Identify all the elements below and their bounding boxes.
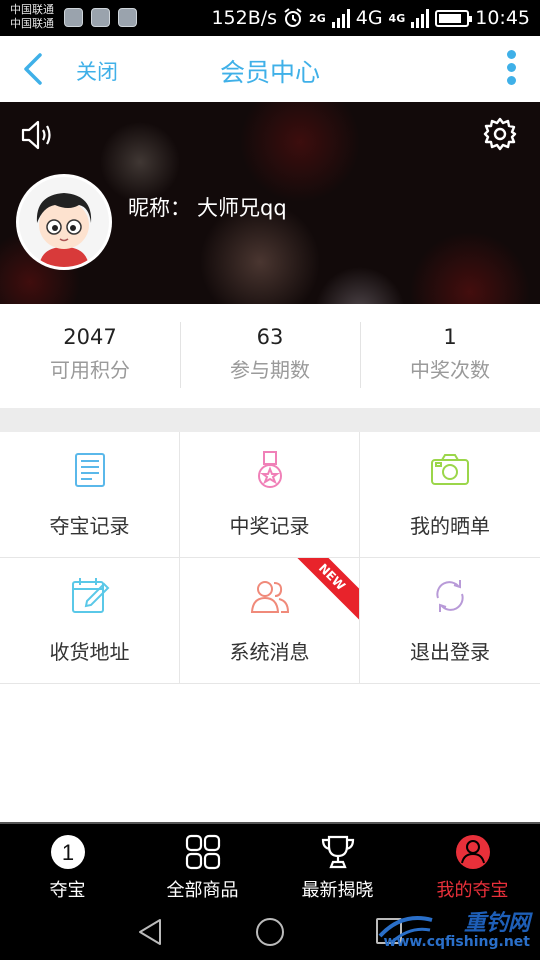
- app-notification-icon: [64, 8, 83, 27]
- back-arrow-icon[interactable]: [20, 52, 46, 86]
- network-speed: 152B/s: [211, 7, 278, 29]
- menu-item-system-messages[interactable]: 系统消息 NEW: [180, 558, 360, 684]
- stat-value: 63: [256, 325, 284, 349]
- tab-label: 全部商品: [166, 880, 239, 901]
- signal-icon: [331, 8, 350, 28]
- notification-icons: [64, 8, 137, 27]
- stat-label: 参与期数: [230, 358, 310, 382]
- gallery-notification-icon: [91, 8, 110, 27]
- more-options-icon[interactable]: [504, 50, 518, 88]
- watermark-url: www.cqfishing.net: [383, 934, 530, 950]
- document-icon: [74, 453, 105, 487]
- network-type-2g: 2G: [309, 11, 326, 25]
- calendar-edit-icon: [71, 578, 109, 613]
- watermark-text: 重钓网: [463, 911, 530, 936]
- menu-item-label: 系统消息: [229, 640, 310, 664]
- menu-grid: 夺宝记录 中奖记录 我的晒单 收货地址 系统消息 NEW 退出登录: [0, 432, 540, 684]
- nav-back-icon[interactable]: [136, 917, 164, 947]
- menu-item-label: 夺宝记录: [49, 514, 130, 538]
- carrier-info: 中国联通 中国联通: [10, 3, 54, 31]
- close-button[interactable]: 关闭: [76, 56, 118, 86]
- medal-icon: [257, 451, 282, 488]
- stat-points[interactable]: 2047 可用积分: [0, 304, 180, 408]
- speaker-icon[interactable]: [20, 118, 56, 152]
- nickname: 昵称： 大师兄qq: [128, 192, 287, 222]
- carrier-2: 中国联通: [10, 17, 54, 30]
- user-circle-icon: [455, 835, 490, 869]
- grid-icon: [185, 834, 220, 870]
- nickname-value: 大师兄qq: [197, 196, 287, 220]
- tab-label: 我的夺宝: [436, 880, 509, 901]
- menu-item-treasure-records[interactable]: 夺宝记录: [0, 432, 180, 558]
- status-bar: 中国联通 中国联通 152B/s 2G 4G 4G 10:45: [0, 0, 540, 36]
- avatar-cartoon-icon: [19, 177, 109, 267]
- network-type-4g-small: 4G: [388, 11, 406, 25]
- menu-item-my-shares[interactable]: 我的晒单: [360, 432, 540, 558]
- carrier-1: 中国联通: [10, 3, 54, 16]
- trophy-icon: [321, 835, 354, 869]
- tab-treasure[interactable]: 1 夺宝: [0, 824, 135, 902]
- avatar[interactable]: [16, 174, 112, 270]
- settings-gear-icon[interactable]: [482, 116, 518, 152]
- menu-item-label: 我的晒单: [410, 514, 490, 538]
- stat-value: 1: [443, 325, 457, 349]
- menu-item-winning-records[interactable]: 中奖记录: [180, 432, 360, 558]
- stat-value: 2047: [63, 325, 117, 349]
- menu-item-label: 收货地址: [49, 640, 130, 664]
- profile-banner: 昵称： 大师兄qq: [0, 102, 540, 304]
- camera-icon: [431, 454, 469, 485]
- menu-item-label: 退出登录: [410, 640, 490, 664]
- tab-my-treasure[interactable]: 我的夺宝: [405, 824, 540, 902]
- tab-label: 夺宝: [49, 880, 86, 901]
- number-one-text: 1: [61, 840, 73, 865]
- menu-item-shipping-address[interactable]: 收货地址: [0, 558, 180, 684]
- new-badge: NEW: [285, 558, 359, 624]
- tool-notification-icon: [118, 8, 137, 27]
- menu-item-logout[interactable]: 退出登录: [360, 558, 540, 684]
- bottom-tab-bar: 1 夺宝 全部商品 最新揭晓 我的夺宝: [0, 822, 540, 902]
- nav-home-icon[interactable]: [255, 917, 285, 947]
- alarm-icon: [284, 8, 302, 27]
- app-header: 关闭 会员中心: [0, 36, 540, 102]
- menu-item-label: 中奖记录: [229, 514, 310, 538]
- tab-label: 最新揭晓: [301, 880, 374, 901]
- refresh-icon: [436, 580, 464, 612]
- network-type-4g: 4G: [355, 7, 383, 29]
- section-divider: [0, 408, 540, 432]
- tab-latest-results[interactable]: 最新揭晓: [270, 824, 405, 902]
- stat-label: 可用积分: [50, 358, 130, 382]
- system-nav-bar: 重钓网 www.cqfishing.net: [0, 902, 540, 960]
- stat-wins[interactable]: 1 中奖次数: [360, 304, 540, 408]
- stat-label: 中奖次数: [410, 358, 490, 382]
- tab-all-products[interactable]: 全部商品: [135, 824, 270, 902]
- battery-icon: [435, 9, 473, 27]
- stats-row: 2047 可用积分 63 参与期数 1 中奖次数: [0, 304, 540, 408]
- number-one-icon: 1: [50, 835, 85, 869]
- stat-participations[interactable]: 63 参与期数: [180, 304, 360, 408]
- nickname-label: 昵称：: [128, 196, 191, 220]
- clock: 10:45: [475, 7, 530, 29]
- status-indicators: 152B/s 2G 4G 4G 10:45: [211, 0, 530, 36]
- users-icon: [250, 581, 289, 613]
- signal-icon-2: [411, 8, 430, 28]
